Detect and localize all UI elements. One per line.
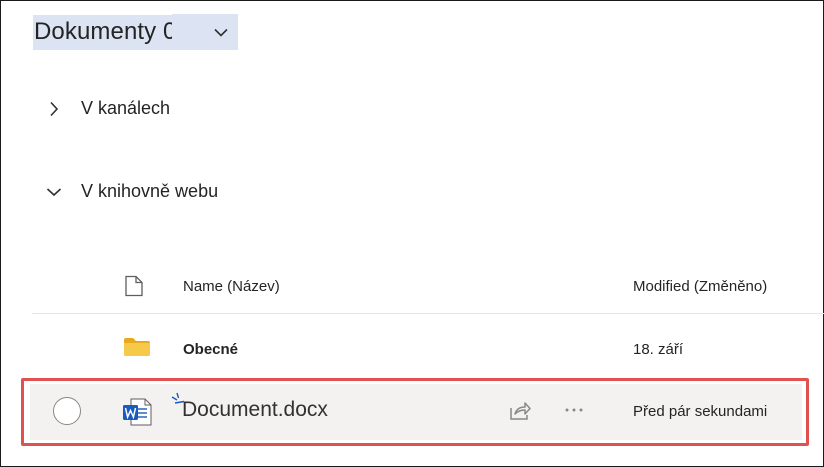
section-site-library-label: V knihovně webu — [81, 181, 219, 201]
share-icon[interactable] — [508, 400, 532, 427]
column-header-name[interactable]: Name (Název) — [183, 278, 280, 295]
word-document-icon — [122, 398, 152, 431]
library-title-dropdown[interactable]: Dokumenty 00B — [33, 14, 239, 50]
section-site-library-toggle[interactable]: V knihovně webu — [46, 181, 218, 202]
table-row[interactable]: Obecné 18. září — [32, 315, 824, 379]
folder-name-link[interactable]: Obecné — [183, 341, 238, 358]
section-channels-label: V kanálech — [81, 98, 171, 118]
modified-date: Před pár sekundami — [633, 403, 768, 420]
file-type-icon[interactable] — [124, 275, 144, 302]
chevron-down-icon — [46, 184, 62, 200]
section-channels-toggle[interactable]: V kanálech — [46, 98, 170, 119]
folder-icon — [123, 337, 151, 362]
table-header-row: Name (Název) Modified (Změněno) — [32, 262, 824, 314]
more-options-icon[interactable] — [564, 400, 584, 425]
table-row[interactable]: Document.docx Před pár sekundami — [30, 384, 802, 440]
column-header-modified[interactable]: Modified (Změněno) — [633, 278, 767, 295]
chevron-right-icon — [46, 101, 62, 117]
document-name-link[interactable]: Document.docx — [182, 398, 328, 422]
row-select-radio[interactable] — [53, 397, 81, 425]
chevron-down-icon[interactable] — [172, 14, 239, 50]
modified-date: 18. září — [633, 341, 684, 358]
